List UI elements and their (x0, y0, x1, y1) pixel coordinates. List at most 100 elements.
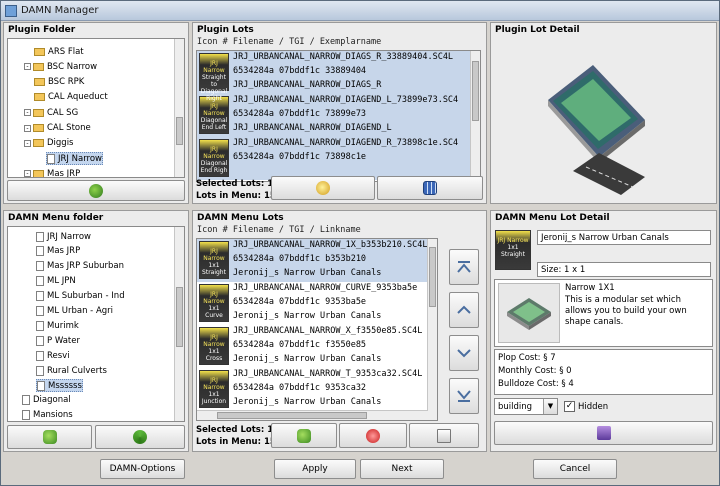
lot-row[interactable]: JRJ Narrow Diagonal End Righ JRJ_URBANCANAL… (197, 137, 470, 180)
icon-caption-line: Straight to (202, 74, 226, 88)
grid-view-button[interactable] (377, 176, 483, 200)
expand-toggle-icon[interactable]: - (24, 124, 31, 132)
plugin-folder-item[interactable]: BSC RPK (34, 76, 84, 89)
grid-icon (423, 181, 437, 195)
lot-icon: JRJ Narrow 1x1 Straight (199, 241, 229, 279)
cancel-button[interactable]: Cancel (533, 459, 617, 479)
plugin-lots-vscroll[interactable] (470, 51, 480, 181)
document-icon (36, 365, 44, 376)
lot-filename: JRJ_URBANCANAL_NARROW_T_9353ca32.SC4L (233, 369, 423, 379)
plugin-folder-item[interactable]: - CAL Stone (24, 122, 91, 135)
plugin-folder-item[interactable]: ARS Flat (34, 45, 84, 58)
menu-folder-item[interactable]: Mansions (22, 409, 73, 421)
menu-folder-item[interactable]: ML Urban - Agri (36, 305, 113, 318)
menu-folder-item[interactable]: Rural Culverts (36, 364, 107, 377)
monthly-cost: Monthly Cost: § 0 (498, 366, 572, 376)
lot-desc-title: Narrow 1X1 (565, 283, 615, 293)
plugin-lot-detail-panel: Plugin Lot Detail (490, 22, 717, 204)
expand-toggle-icon[interactable]: - (24, 109, 31, 117)
menu-lots-hscroll[interactable] (197, 410, 428, 420)
search-icon (316, 181, 330, 195)
plugin-folder-tree[interactable]: ARS Flat - BSC Narrow BSC RPK CAL Aqueduct - C… (7, 38, 185, 178)
plugin-folder-scrollbar[interactable] (174, 39, 184, 177)
move-top-button[interactable] (449, 249, 479, 285)
icon-caption-line: JRJ Narrow (203, 334, 225, 348)
lot-icon: JRJ Narrow 1x1 Junction (199, 370, 229, 408)
icon-caption-line: 1x1 (208, 348, 220, 355)
tree-item-label: Murimk (47, 320, 79, 331)
expand-toggle-icon[interactable]: - (24, 170, 31, 177)
menu-folder-item[interactable]: ML Suburban - Ind (36, 290, 125, 303)
menu-folder-item[interactable]: P Water (36, 334, 80, 347)
page-button[interactable] (409, 423, 479, 448)
lot-name-field[interactable]: Jeronij_s Narrow Urban Canals (537, 230, 711, 245)
document-icon (36, 306, 44, 316)
lot-tgi: 6534284a 07bddf1c 73899e73 (233, 109, 367, 119)
plugin-lots-list[interactable]: JRJ Narrow Diagonal End Righ JRJ_URBANCANAL… (196, 50, 481, 182)
move-down-button[interactable] (449, 335, 479, 371)
document-icon (47, 153, 55, 164)
tree-item-label: Rural Culverts (47, 365, 107, 376)
menu-lots-header: Icon # Filename / TGI / Linkname (197, 225, 361, 235)
damn-options-button[interactable]: DAMN-Options (100, 459, 185, 479)
menu-folder-item[interactable]: Murimk (36, 319, 79, 332)
menu-folder-item[interactable]: JRJ Narrow (36, 230, 91, 243)
search-lots-button[interactable] (271, 176, 375, 200)
menu-folder-item[interactable]: Mas JRP Suburban (36, 260, 124, 273)
move-up-button[interactable] (449, 292, 479, 328)
move-bottom-button[interactable] (449, 378, 479, 414)
plugin-folder-item[interactable]: - Mas JRP (24, 167, 80, 177)
lot-row[interactable]: JRJ Narrow Diagonal End Left JRJ_URBANCANAL… (197, 94, 470, 137)
expand-toggle-icon[interactable]: - (24, 139, 31, 147)
apply-button[interactable]: Apply (274, 459, 356, 479)
icon-caption-line: End Righ (200, 167, 228, 174)
icon-caption-line: Straight (501, 251, 525, 258)
menu-folder-item[interactable]: Mssssss (36, 379, 83, 392)
refresh-menu-button[interactable] (95, 425, 185, 449)
lot-name: Jeronij_s Narrow Urban Canals (233, 311, 382, 321)
menu-lots-list[interactable]: JRJ Narrow 1x1 Junction JRJ_URBANCANAL_NARR… (196, 238, 438, 421)
add-to-menu-button[interactable] (271, 423, 337, 448)
menu-lots-vscroll[interactable] (427, 239, 437, 420)
tree-item-label: Diagonal (33, 395, 71, 406)
add-folder-button[interactable] (7, 180, 185, 201)
menu-folder-tree[interactable]: JRJ Narrow Mas JRP Mas JRP Suburban ML JPN M… (7, 226, 185, 422)
menu-folder-item[interactable]: ML JPN (36, 275, 76, 288)
expand-toggle-icon[interactable]: - (24, 63, 31, 71)
page-icon (437, 428, 451, 443)
plugin-folder-item[interactable]: JRJ Narrow (46, 152, 103, 166)
lot-filename: JRJ_URBANCANAL_NARROW_X_f3550e85.SC4L (233, 326, 423, 336)
icon-caption-line: JRJ Narrow (203, 146, 225, 160)
menu-folder-item[interactable]: Mas JRP (36, 245, 80, 258)
plugin-folder-item[interactable]: CAL Aqueduct (34, 91, 108, 104)
plugin-folder-item[interactable]: - CAL SG (24, 106, 78, 119)
menu-folder-scrollbar[interactable] (174, 227, 184, 421)
tree-item-label: ML Urban - Agri (47, 306, 114, 316)
lot-row[interactable]: JRJ Narrow 1x1 Cross JRJ_URBANCANAL_NARROW_… (197, 325, 427, 368)
lot-row[interactable]: JRJ Narrow 1x1 Straight JRJ_URBANCANAL_NARR… (197, 239, 427, 282)
plugin-folder-item[interactable]: - Diggis (24, 137, 74, 150)
plugin-folder-item[interactable]: - BSC Narrow (24, 60, 97, 73)
lot-row[interactable]: JRJ Narrow 1x1 Curve JRJ_URBANCANAL_NARROW_… (197, 282, 427, 325)
icon-caption-line: 1x1 (208, 305, 220, 312)
save-detail-button[interactable] (494, 421, 713, 445)
lot-row[interactable]: JRJ Narrow 1x1 Junction JRJ_URBANCANAL_NARR… (197, 368, 427, 411)
remove-from-menu-button[interactable] (339, 423, 407, 448)
lot-row[interactable]: JRJ Narrow Straight to Diagonal Right JRJ_UR… (197, 51, 470, 102)
lot-filename: JRJ_URBANCANAL_NARROW_DIAGEND_R_73898c1e… (233, 138, 459, 148)
move-top-icon (457, 261, 471, 273)
hidden-checkbox[interactable]: ✓ (564, 401, 575, 412)
menu-folder-item[interactable]: Diagonal (22, 394, 71, 407)
lot-thumbnail (498, 283, 560, 343)
icon-caption-line: JRJ Narrow (203, 248, 225, 262)
plugin-folder-panel: Plugin Folder ARS Flat - BSC Narrow BSC RPK… (3, 22, 189, 204)
next-button[interactable]: Next (360, 459, 444, 479)
move-up-icon (457, 305, 471, 314)
icon-caption-line: End Left (201, 124, 227, 131)
category-select[interactable]: building ▼ (494, 398, 558, 415)
menu-folder-item[interactable]: Resvi (36, 349, 70, 362)
dropdown-arrow-icon[interactable]: ▼ (543, 399, 557, 414)
tree-item-label: Diggis (47, 138, 74, 149)
add-menu-lot-button[interactable] (7, 425, 92, 449)
folder-icon (33, 139, 44, 148)
